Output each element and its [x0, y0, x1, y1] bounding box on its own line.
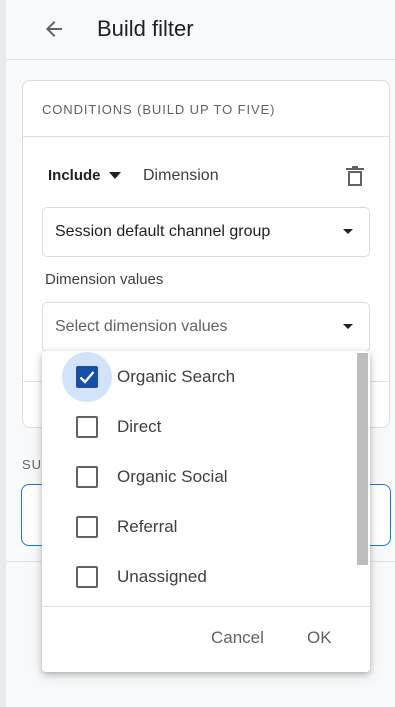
checkbox[interactable] [76, 566, 98, 588]
option-organic-search[interactable]: Organic Search [42, 352, 356, 402]
option-label: Direct [117, 417, 162, 436]
trash-icon [346, 166, 364, 186]
back-button[interactable] [36, 13, 72, 45]
delete-condition-button[interactable] [343, 164, 367, 188]
page-title: Build filter [97, 16, 194, 41]
cancel-button[interactable]: Cancel [211, 628, 264, 648]
option-label: Unassigned [117, 567, 207, 586]
section-label: SU [22, 457, 42, 472]
checkbox-halo [62, 352, 112, 402]
panel-header: Build filter [6, 0, 395, 60]
conditions-title: CONDITIONS (BUILD UP TO FIVE) [42, 102, 276, 117]
caret-down-icon [343, 324, 353, 329]
checkbox[interactable] [76, 416, 98, 438]
option-unassigned[interactable]: Unassigned [42, 552, 356, 602]
checkbox[interactable] [76, 366, 98, 388]
dimension-values-select[interactable]: Select dimension values [42, 302, 370, 352]
checkbox[interactable] [76, 466, 98, 488]
divider [42, 606, 370, 607]
dimension-values-label: Dimension values [45, 271, 164, 288]
checkbox[interactable] [76, 516, 98, 538]
checkbox-halo [62, 552, 112, 602]
dimension-select-value: Session default channel group [55, 223, 271, 240]
option-label: Organic Social [117, 467, 228, 486]
checkbox-halo [62, 402, 112, 452]
option-referral[interactable]: Referral [42, 502, 356, 552]
scrollbar[interactable] [357, 353, 368, 565]
checkbox-halo [62, 502, 112, 552]
option-organic-social[interactable]: Organic Social [42, 452, 356, 502]
caret-down-icon [343, 229, 353, 234]
caret-down-icon [108, 172, 121, 179]
arrow-left-icon [46, 21, 62, 37]
dimension-values-placeholder: Select dimension values [55, 318, 228, 335]
dimension-select[interactable]: Session default channel group [42, 207, 370, 257]
ok-button[interactable]: OK [307, 628, 332, 648]
checkmark-icon [79, 371, 95, 384]
option-direct[interactable]: Direct [42, 402, 356, 452]
checkbox-halo [62, 452, 112, 502]
divider [23, 136, 389, 137]
include-dropdown[interactable]: Include [48, 167, 121, 184]
option-label: Organic Search [117, 367, 236, 386]
options-list: Organic Search Direct Organic Social Ref… [42, 351, 370, 606]
dimension-values-dropdown: Organic Search Direct Organic Social Ref… [42, 351, 370, 672]
include-label: Include [48, 167, 101, 184]
option-label: Referral [117, 517, 178, 536]
dimension-label: Dimension [143, 167, 219, 184]
